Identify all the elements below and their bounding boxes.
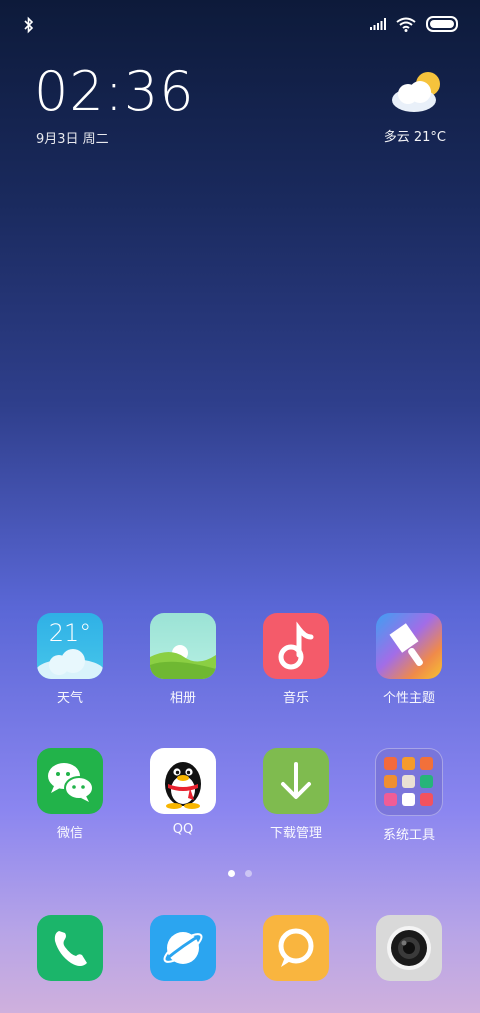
clock-date: 9月3日 周二 xyxy=(36,132,109,147)
music-app-icon xyxy=(263,613,329,679)
folder-grid-icon xyxy=(384,757,433,806)
clock-time[interactable]: 02:36 xyxy=(34,60,195,123)
app-label: 音乐 xyxy=(282,691,309,706)
dock-phone[interactable] xyxy=(15,915,125,981)
page-indicator xyxy=(0,870,480,877)
folder-icon xyxy=(375,748,443,816)
download-arrow-icon xyxy=(281,762,311,799)
app-label: 个性主题 xyxy=(382,691,435,706)
music-note-icon xyxy=(278,621,314,670)
penguin-icon xyxy=(165,762,201,809)
app-downloads[interactable]: 下载管理 xyxy=(241,748,351,841)
app-weather[interactable]: 21° 天气 xyxy=(15,613,125,706)
page-dot-active[interactable] xyxy=(228,870,235,877)
app-label: 下载管理 xyxy=(269,826,322,841)
message-icon xyxy=(263,915,329,981)
wechat-app-icon xyxy=(37,748,103,814)
status-bar xyxy=(0,0,480,52)
downloads-app-icon xyxy=(263,748,329,814)
qq-app-icon xyxy=(150,748,216,814)
cloud-icon xyxy=(37,649,103,679)
app-label: 天气 xyxy=(56,691,83,706)
partly-cloudy-icon xyxy=(392,72,440,112)
chat-bubbles-icon xyxy=(48,763,94,802)
app-gallery[interactable]: 相册 xyxy=(128,613,238,706)
app-label: 系统工具 xyxy=(382,828,435,843)
wifi-icon xyxy=(396,17,416,32)
themes-app-icon xyxy=(376,613,442,679)
app-themes[interactable]: 个性主题 xyxy=(354,613,464,706)
dock-messages[interactable] xyxy=(241,915,351,981)
app-tools-folder[interactable]: 系统工具 xyxy=(354,748,464,843)
app-music[interactable]: 音乐 xyxy=(241,613,351,706)
camera-icon xyxy=(376,915,442,981)
phone-icon xyxy=(37,915,103,981)
app-label: 微信 xyxy=(56,826,83,841)
paintbrush-icon xyxy=(389,623,423,667)
app-label: 相册 xyxy=(169,691,196,706)
landscape-icon xyxy=(150,645,216,679)
bluetooth-icon xyxy=(24,16,34,34)
battery-icon xyxy=(426,16,458,32)
app-qq[interactable]: QQ xyxy=(128,748,238,837)
status-icons xyxy=(370,16,458,32)
weather-widget[interactable]: 多云 21°C xyxy=(336,68,446,148)
dock-browser[interactable] xyxy=(128,915,238,981)
dock-camera[interactable] xyxy=(354,915,464,981)
page-dot[interactable] xyxy=(245,870,252,877)
app-wechat[interactable]: 微信 xyxy=(15,748,125,841)
weather-summary: 多云 21°C xyxy=(383,130,446,145)
signal-icon xyxy=(370,18,386,30)
gallery-app-icon xyxy=(150,613,216,679)
browser-icon xyxy=(150,915,216,981)
app-label: QQ xyxy=(172,822,194,837)
weather-app-icon: 21° xyxy=(37,613,103,679)
